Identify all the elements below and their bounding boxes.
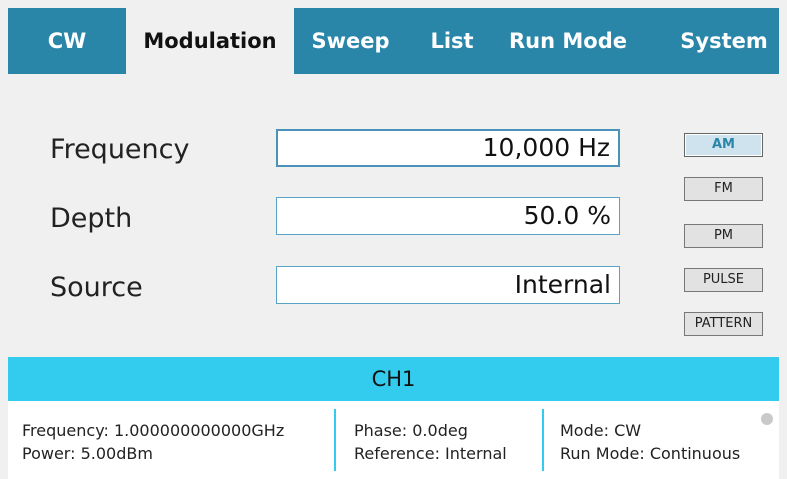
status-frequency: Frequency: 1.000000000000GHz bbox=[22, 421, 285, 440]
status-divider bbox=[334, 409, 336, 471]
tab-list[interactable]: List bbox=[418, 8, 486, 74]
source-label: Source bbox=[50, 272, 143, 303]
status-group-mode: Mode: CW Run Mode: Continuous bbox=[560, 419, 740, 465]
frequency-label: Frequency bbox=[50, 134, 190, 165]
frequency-field[interactable]: 10,000 Hz bbox=[276, 129, 620, 167]
tab-bar: CW Modulation Sweep List Run Mode System bbox=[8, 8, 780, 76]
status-phase: Phase: 0.0deg bbox=[354, 421, 468, 440]
tab-cw[interactable]: CW bbox=[8, 8, 126, 74]
status-mode: Mode: CW bbox=[560, 421, 642, 440]
status-bar: Frequency: 1.000000000000GHz Power: 5.00… bbox=[8, 401, 779, 479]
pattern-button[interactable]: PATTERN bbox=[684, 312, 763, 336]
status-group-phase: Phase: 0.0deg Reference: Internal bbox=[354, 419, 507, 465]
pm-button[interactable]: PM bbox=[684, 224, 763, 248]
depth-label: Depth bbox=[50, 203, 133, 234]
status-power: Power: 5.00dBm bbox=[22, 444, 153, 463]
status-indicator-icon bbox=[761, 413, 773, 425]
tab-modulation[interactable]: Modulation bbox=[126, 8, 294, 76]
pulse-button[interactable]: PULSE bbox=[684, 268, 763, 292]
status-divider bbox=[542, 409, 544, 471]
tab-run-mode[interactable]: Run Mode bbox=[494, 8, 642, 74]
fm-button[interactable]: FM bbox=[684, 177, 763, 201]
status-group-rf: Frequency: 1.000000000000GHz Power: 5.00… bbox=[22, 419, 284, 465]
status-run-mode: Run Mode: Continuous bbox=[560, 444, 741, 463]
depth-field[interactable]: 50.0 % bbox=[276, 197, 620, 235]
am-button[interactable]: AM bbox=[684, 133, 763, 157]
source-field[interactable]: Internal bbox=[276, 266, 620, 304]
tab-sweep[interactable]: Sweep bbox=[301, 8, 400, 74]
status-reference: Reference: Internal bbox=[354, 444, 507, 463]
channel-banner: CH1 bbox=[8, 357, 779, 401]
tab-system[interactable]: System bbox=[668, 8, 780, 74]
